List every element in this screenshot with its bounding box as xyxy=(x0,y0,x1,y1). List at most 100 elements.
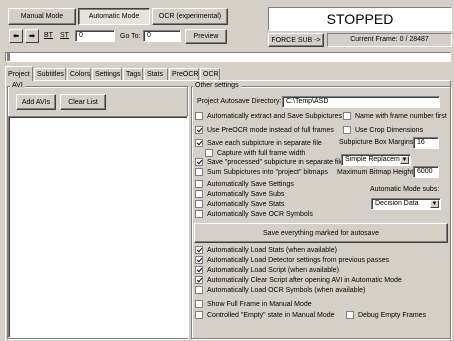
ocr-mode-button[interactable]: OCR (experimental) xyxy=(152,8,228,25)
controlled-empty-label: Controlled "Empty" state in Manual Mode xyxy=(207,311,335,319)
tab-tags[interactable]: Tags xyxy=(123,68,143,80)
sum-subpictures-label: Sum Subpictures into "project" bitmaps xyxy=(207,168,328,176)
auto-save-stats-box[interactable] xyxy=(195,200,203,208)
preview-button[interactable]: Preview xyxy=(185,29,227,44)
auto-save-ocr-box[interactable] xyxy=(195,210,203,218)
decision-data-value: Decision Data xyxy=(375,200,419,207)
load-ocr-checkbox[interactable]: Automatically Load OCR Symbols (when ava… xyxy=(195,286,365,294)
prev-arrow-icon[interactable]: ⬅ xyxy=(9,29,23,43)
decision-data-select[interactable]: Decision Data ▼ xyxy=(371,198,441,210)
use-preocr-box[interactable] xyxy=(195,126,203,134)
load-detector-checkbox[interactable]: Automatically Load Detector settings fro… xyxy=(195,256,389,264)
show-full-frame-label: Show Full Frame in Manual Mode xyxy=(207,300,312,308)
load-ocr-label: Automatically Load OCR Symbols (when ava… xyxy=(207,286,366,294)
use-crop-box[interactable] xyxy=(343,126,351,134)
load-script-label: Automatically Load Script (when availabl… xyxy=(207,266,339,274)
save-each-label: Save each subpicture in separate file xyxy=(207,139,322,147)
capture-full-checkbox[interactable]: Capture with full frame width xyxy=(205,149,305,157)
next-arrow-icon[interactable]: ➡ xyxy=(25,29,39,43)
capture-full-label: Capture with full frame width xyxy=(217,149,306,157)
auto-save-settings-label: Automatically Save Settings xyxy=(207,180,294,188)
box-margins-input[interactable]: 16 xyxy=(413,137,439,149)
load-ocr-box[interactable] xyxy=(195,286,203,294)
slider-thumb[interactable] xyxy=(7,53,10,61)
current-frame-display: Current Frame: 0 / 28487 xyxy=(327,33,452,47)
use-preocr-label: Use PreOCR mode instead of full frames xyxy=(207,126,334,134)
auto-extract-checkbox[interactable]: Automatically extract and Save Subpictur… xyxy=(195,112,342,120)
controlled-empty-box[interactable] xyxy=(195,311,203,319)
avi-list[interactable] xyxy=(8,116,188,338)
save-processed-checkbox[interactable]: Save "processed" subpicture in separate … xyxy=(195,158,344,166)
tab-stats[interactable]: Stats xyxy=(144,68,168,80)
clear-script-checkbox[interactable]: Automatically Clear Script after opening… xyxy=(195,276,402,284)
save-each-box[interactable] xyxy=(195,139,203,147)
automatic-mode-button[interactable]: Automatic Mode xyxy=(78,8,150,25)
goto-label: Go To: xyxy=(120,33,141,40)
load-detector-box[interactable] xyxy=(195,256,203,264)
max-bitmap-input[interactable]: 6000 xyxy=(413,166,439,178)
tab-preocr[interactable]: PreOCR xyxy=(169,68,199,80)
auto-save-ocr-label: Automatically Save OCR Symbols xyxy=(207,210,313,218)
load-stats-box[interactable] xyxy=(195,246,203,254)
auto-save-ocr-checkbox[interactable]: Automatically Save OCR Symbols xyxy=(195,210,313,218)
frame-slider[interactable] xyxy=(5,52,451,62)
name-frame-box[interactable] xyxy=(343,112,351,120)
tab-settings[interactable]: Settings xyxy=(92,68,122,80)
save-processed-label: Save "processed" subpicture in separate … xyxy=(207,158,344,166)
save-all-button[interactable]: Save everything marked for autosave xyxy=(194,223,448,243)
force-sub-button[interactable]: FORCE SUB -> xyxy=(268,33,324,47)
name-frame-label: Name with frame number first xyxy=(355,112,447,120)
load-script-checkbox[interactable]: Automatically Load Script (when availabl… xyxy=(195,266,339,274)
max-bitmap-label: Maximum Bitmap Height: xyxy=(337,169,416,176)
frame-input[interactable]: 0 xyxy=(75,30,115,42)
save-processed-box[interactable] xyxy=(195,158,203,166)
autosave-dir-label: Project Autosave Directory: xyxy=(197,98,282,105)
replace-mode-value: Simple Replaceme xyxy=(345,156,404,163)
show-full-frame-checkbox[interactable]: Show Full Frame in Manual Mode xyxy=(195,300,312,308)
load-script-box[interactable] xyxy=(195,266,203,274)
chevron-down-icon[interactable]: ▼ xyxy=(430,200,439,208)
use-preocr-checkbox[interactable]: Use PreOCR mode instead of full frames xyxy=(195,126,334,134)
goto-input[interactable]: 0 xyxy=(143,30,181,42)
other-settings-title: Other settings xyxy=(193,82,241,89)
add-avis-button[interactable]: Add AVIs xyxy=(16,94,56,110)
status-display: STOPPED xyxy=(268,7,452,31)
current-frame-label: Current Frame: 0 / 28487 xyxy=(350,36,429,43)
controlled-empty-checkbox[interactable]: Controlled "Empty" state in Manual Mode xyxy=(195,311,335,319)
clear-script-box[interactable] xyxy=(195,276,203,284)
avi-group-title: AVI xyxy=(10,82,25,89)
manual-mode-button[interactable]: Manual Mode xyxy=(8,8,76,25)
bt-link[interactable]: BT xyxy=(44,32,53,39)
clear-list-button[interactable]: Clear List xyxy=(60,94,106,110)
debug-empty-label: Debug Empty Frames xyxy=(358,311,427,319)
load-stats-checkbox[interactable]: Automatically Load Stats (when available… xyxy=(195,246,337,254)
auto-save-settings-box[interactable] xyxy=(195,180,203,188)
load-detector-label: Automatically Load Detector settings fro… xyxy=(207,256,390,264)
tab-project[interactable]: Project xyxy=(5,66,33,81)
box-margins-label: Subpicture Box Margins: xyxy=(339,139,416,146)
autosave-dir-input[interactable]: C:\Temp\ASD xyxy=(282,96,440,108)
use-crop-checkbox[interactable]: Use Crop Dimensions xyxy=(343,126,423,134)
debug-empty-checkbox[interactable]: Debug Empty Frames xyxy=(346,311,426,319)
show-full-frame-box[interactable] xyxy=(195,300,203,308)
replace-mode-select[interactable]: Simple Replaceme ▼ xyxy=(341,154,411,166)
sum-subpictures-box[interactable] xyxy=(195,168,203,176)
sum-subpictures-checkbox[interactable]: Sum Subpictures into "project" bitmaps xyxy=(195,168,328,176)
save-each-checkbox[interactable]: Save each subpicture in separate file xyxy=(195,139,322,147)
st-link[interactable]: ST xyxy=(60,32,69,39)
capture-full-box[interactable] xyxy=(205,149,213,157)
auto-save-stats-checkbox[interactable]: Automatically Save Stats xyxy=(195,200,284,208)
clear-script-label: Automatically Clear Script after opening… xyxy=(207,276,402,284)
chevron-down-icon[interactable]: ▼ xyxy=(400,156,409,164)
tab-colors[interactable]: Colors xyxy=(67,68,91,80)
debug-empty-box[interactable] xyxy=(346,311,354,319)
tab-subtitles[interactable]: Subtitles xyxy=(34,68,66,80)
tab-ocr[interactable]: OCR xyxy=(200,68,220,80)
auto-extract-box[interactable] xyxy=(195,112,203,120)
name-frame-checkbox[interactable]: Name with frame number first xyxy=(343,112,447,120)
auto-save-stats-label: Automatically Save Stats xyxy=(207,200,285,208)
auto-save-settings-checkbox[interactable]: Automatically Save Settings xyxy=(195,180,294,188)
auto-save-subs-checkbox[interactable]: Automatically Save Subs xyxy=(195,190,284,198)
load-stats-label: Automatically Load Stats (when available… xyxy=(207,246,337,254)
auto-save-subs-box[interactable] xyxy=(195,190,203,198)
